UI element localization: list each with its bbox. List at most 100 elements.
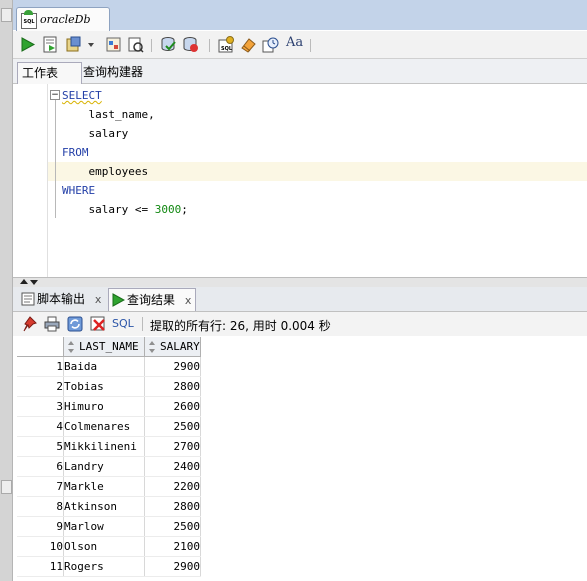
run-script-icon[interactable]: [42, 36, 59, 53]
salary-cell[interactable]: 2900: [144, 556, 201, 577]
last-name-cell[interactable]: Rogers: [63, 556, 145, 577]
row-number: 8: [17, 496, 64, 517]
document-tab-oracledb[interactable]: SQL oracleDb: [16, 7, 110, 32]
cancel-query-icon[interactable]: [90, 316, 106, 332]
close-icon[interactable]: x: [185, 294, 192, 307]
row-number: 4: [17, 416, 64, 437]
panel-toggle-icon[interactable]: [1, 480, 12, 494]
table-row[interactable]: 8 Atkinson 2800: [17, 496, 201, 517]
document-tab-label: oracleDb: [40, 13, 91, 26]
sql-tuning-icon[interactable]: SQL: [218, 36, 235, 53]
table-row[interactable]: 7 Markle 2200: [17, 476, 201, 497]
editor-tab-bar: 工作表 查询构建器: [13, 59, 587, 84]
column-header-last-name[interactable]: LAST_NAME: [63, 337, 145, 357]
code-line: FROM: [62, 146, 89, 159]
last-name-cell[interactable]: Olson: [63, 536, 145, 557]
table-row[interactable]: 2 Tobias 2800: [17, 376, 201, 397]
salary-cell[interactable]: 2500: [144, 416, 201, 437]
row-number: 11: [17, 556, 64, 577]
last-name-cell[interactable]: Atkinson: [63, 496, 145, 517]
editor-gutter: [17, 84, 48, 277]
code-line-where: salary <= 3000;: [62, 200, 188, 219]
table-row[interactable]: 3 Himuro 2600: [17, 396, 201, 417]
autotrace-icon[interactable]: [127, 36, 144, 53]
panel-toggle-icon[interactable]: [1, 8, 12, 22]
code-text: salary <=: [62, 203, 155, 216]
column-header-salary[interactable]: SALARY: [144, 337, 201, 357]
tab-query-result[interactable]: 查询结果 x: [108, 288, 197, 311]
tab-worksheet[interactable]: 工作表: [17, 62, 82, 84]
salary-cell[interactable]: 2200: [144, 476, 201, 497]
salary-cell[interactable]: 2400: [144, 456, 201, 477]
history-icon[interactable]: [262, 36, 279, 53]
code-number: 3000: [154, 203, 182, 216]
rollback-icon[interactable]: [182, 36, 199, 53]
tab-query-builder-label: 查询构建器: [83, 65, 144, 79]
row-number: 9: [17, 516, 64, 537]
table-row[interactable]: 6 Landry 2400: [17, 456, 201, 477]
table-row[interactable]: 10 Olson 2100: [17, 536, 201, 557]
row-number: 3: [17, 396, 64, 417]
table-row[interactable]: 11 Rogers 2900: [17, 556, 201, 577]
tab-script-output[interactable]: 脚本输出 x: [21, 288, 101, 310]
table-row[interactable]: 1 Baida 2900: [17, 356, 201, 377]
fetch-status: 提取的所有行: 26, 用时 0.004 秒: [150, 319, 331, 333]
last-name-cell[interactable]: Marlow: [63, 516, 145, 537]
format-case-icon[interactable]: Aa: [286, 35, 303, 50]
print-icon[interactable]: [44, 316, 60, 332]
table-row[interactable]: 5 Mikkilineni 2700: [17, 436, 201, 457]
salary-cell[interactable]: 2100: [144, 536, 201, 557]
splitter-arrows-icon[interactable]: [19, 278, 39, 286]
eraser-icon[interactable]: [240, 36, 257, 53]
pin-icon[interactable]: [22, 316, 38, 332]
salary-cell[interactable]: 2700: [144, 436, 201, 457]
explain-plan-icon[interactable]: [105, 36, 122, 53]
column-header-label: SALARY: [160, 340, 200, 353]
code-line: last_name,: [62, 108, 155, 121]
fold-toggle-icon[interactable]: −: [50, 90, 60, 100]
row-number: 2: [17, 376, 64, 397]
salary-cell[interactable]: 2800: [144, 496, 201, 517]
sort-icon[interactable]: [149, 341, 156, 353]
last-name-cell[interactable]: Tobias: [63, 376, 145, 397]
query-result-icon: [112, 293, 126, 307]
last-name-cell[interactable]: Baida: [63, 356, 145, 377]
last-name-cell[interactable]: Landry: [63, 456, 145, 477]
last-name-cell[interactable]: Mikkilineni: [63, 436, 145, 457]
toolbar-separator: [142, 317, 143, 331]
dropdown-icon[interactable]: [86, 36, 96, 53]
last-name-cell[interactable]: Colmenares: [63, 416, 145, 437]
row-number: 10: [17, 536, 64, 557]
last-name-cell[interactable]: Markle: [63, 476, 145, 497]
refresh-icon[interactable]: [67, 316, 83, 332]
commit-db-icon[interactable]: [160, 36, 177, 53]
results-toolbar: SQL 提取的所有行: 26, 用时 0.004 秒: [13, 312, 587, 336]
fold-guide: [55, 100, 56, 218]
tab-worksheet-label: 工作表: [22, 66, 59, 80]
table-row[interactable]: 4 Colmenares 2500: [17, 416, 201, 437]
svg-text:SQL: SQL: [221, 46, 233, 52]
left-panel-strip: [0, 0, 13, 581]
sql-button[interactable]: SQL: [112, 317, 134, 330]
last-name-cell[interactable]: Himuro: [63, 396, 145, 417]
table-row[interactable]: 9 Marlow 2500: [17, 516, 201, 537]
code-line: WHERE: [62, 184, 96, 197]
output-tab-bar: 脚本输出 x 查询结果 x: [13, 287, 587, 312]
close-icon[interactable]: x: [95, 293, 102, 306]
code-line: salary: [62, 127, 129, 140]
salary-cell[interactable]: 2800: [144, 376, 201, 397]
run-statement-icon[interactable]: [19, 36, 36, 53]
row-number: 6: [17, 456, 64, 477]
toolbar-separator: [151, 39, 152, 52]
salary-cell[interactable]: 2900: [144, 356, 201, 377]
script-output-icon: [21, 292, 35, 306]
salary-cell[interactable]: 2500: [144, 516, 201, 537]
row-number-header: [17, 337, 64, 357]
sort-icon[interactable]: [68, 341, 75, 353]
tab-query-builder[interactable]: 查询构建器: [81, 62, 143, 83]
commit-icon[interactable]: [65, 36, 82, 53]
code-text: ;: [181, 203, 188, 216]
salary-cell[interactable]: 2600: [144, 396, 201, 417]
results-grid[interactable]: LAST_NAME SALARY 1 Baida 2900 2 Tobias 2800 3 H…: [17, 337, 201, 577]
row-number: 5: [17, 436, 64, 457]
